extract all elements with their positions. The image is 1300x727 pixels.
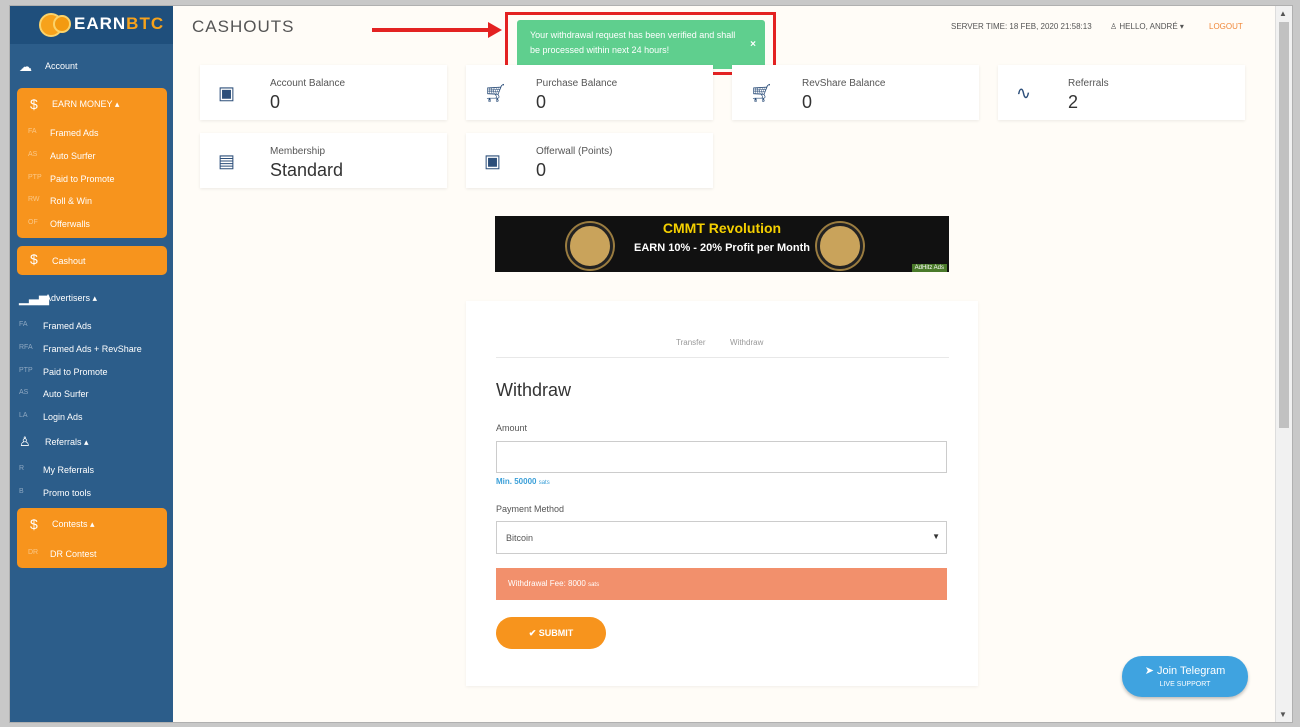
pulse-icon: ∿ bbox=[1016, 83, 1032, 103]
tab-transfer[interactable]: Transfer bbox=[676, 338, 706, 347]
user-icon: ♙ bbox=[19, 434, 31, 449]
user-icon: ♙ bbox=[1110, 22, 1120, 31]
scrollbar[interactable]: ▲ ▼ bbox=[1275, 6, 1292, 722]
scrollbar-thumb[interactable] bbox=[1279, 22, 1289, 428]
user-menu[interactable]: ♙ HELLO, ANDRÉ ▾ bbox=[1110, 22, 1184, 31]
ad-banner[interactable]: CMMT Revolution EARN 10% - 20% Profit pe… bbox=[495, 216, 949, 272]
paper-plane-icon: ➤ bbox=[1144, 665, 1154, 677]
logout-link[interactable]: LOGOUT bbox=[1209, 22, 1243, 31]
dollar-icon: $ bbox=[30, 516, 38, 532]
earn-money-group: $ EARN MONEY ▴ FA Framed Ads AS Auto Surfe… bbox=[17, 88, 167, 238]
withdraw-panel: Transfer Withdraw Withdraw Amount Min. 5… bbox=[466, 301, 978, 686]
submit-button[interactable]: ✔ SUBMIT bbox=[496, 617, 606, 649]
dollar-icon: $ bbox=[30, 251, 38, 267]
coin-icon bbox=[53, 15, 71, 33]
revshare-balance-card: 🛒︎ RevShare Balance 0 bbox=[732, 65, 979, 120]
contests-group: $ Contests ▴ DR DR Contest bbox=[17, 508, 167, 568]
tab-withdraw[interactable]: Withdraw bbox=[730, 338, 763, 347]
arrow-annotation bbox=[372, 28, 492, 32]
amount-input[interactable] bbox=[496, 441, 947, 473]
withdrawal-fee: Withdrawal Fee: 8000 sats bbox=[496, 568, 947, 600]
page-title: CASHOUTS bbox=[192, 17, 295, 36]
purchase-balance-card: 🛒︎ Purchase Balance 0 bbox=[466, 65, 713, 120]
payment-method-label: Payment Method bbox=[496, 504, 565, 514]
dollar-icon: $ bbox=[30, 96, 38, 112]
membership-card: ▤ Membership Standard bbox=[200, 133, 447, 188]
amount-label: Amount bbox=[496, 423, 528, 433]
sidebar-item-cashout[interactable]: $ Cashout bbox=[17, 246, 167, 275]
min-amount: Min. 50000 sats bbox=[496, 477, 550, 486]
brand-name: EARNBTC bbox=[74, 14, 165, 33]
dashboard-icon: ☁ bbox=[19, 59, 32, 74]
id-card-icon: ▤ bbox=[218, 151, 236, 171]
cart-icon: 🛒︎ bbox=[750, 83, 773, 103]
check-icon: ✔ bbox=[528, 628, 537, 638]
caret-down-icon: ▼ bbox=[932, 532, 940, 541]
browser-window: EARNBTC ☁ Account $ EARN MONEY ▴ FA Frame… bbox=[9, 5, 1293, 723]
wallet-icon: ▣ bbox=[484, 151, 502, 171]
server-time: SERVER TIME: 18 FEB, 2020 21:58:13 bbox=[951, 22, 1092, 31]
scroll-down-icon[interactable]: ▼ bbox=[1279, 710, 1287, 719]
sidebar: EARNBTC ☁ Account $ EARN MONEY ▴ FA Frame… bbox=[10, 6, 173, 722]
payment-method-select[interactable]: Bitcoin ▼ bbox=[496, 521, 947, 554]
scroll-up-icon[interactable]: ▲ bbox=[1279, 9, 1287, 18]
cart-icon: 🛒︎ bbox=[484, 83, 507, 103]
offerwall-points-card: ▣ Offerwall (Points) 0 bbox=[466, 133, 713, 188]
wallet-icon: ▣ bbox=[218, 83, 236, 103]
form-title: Withdraw bbox=[496, 380, 572, 400]
logo[interactable]: EARNBTC bbox=[10, 6, 173, 44]
account-balance-card: ▣ Account Balance 0 bbox=[200, 65, 447, 120]
join-telegram-button[interactable]: ➤ Join Telegram LIVE SUPPORT bbox=[1122, 656, 1248, 697]
tab-bar: Transfer Withdraw bbox=[496, 338, 949, 358]
arrow-head bbox=[488, 22, 502, 38]
referrals-card: ∿ Referrals 2 bbox=[998, 65, 1245, 120]
